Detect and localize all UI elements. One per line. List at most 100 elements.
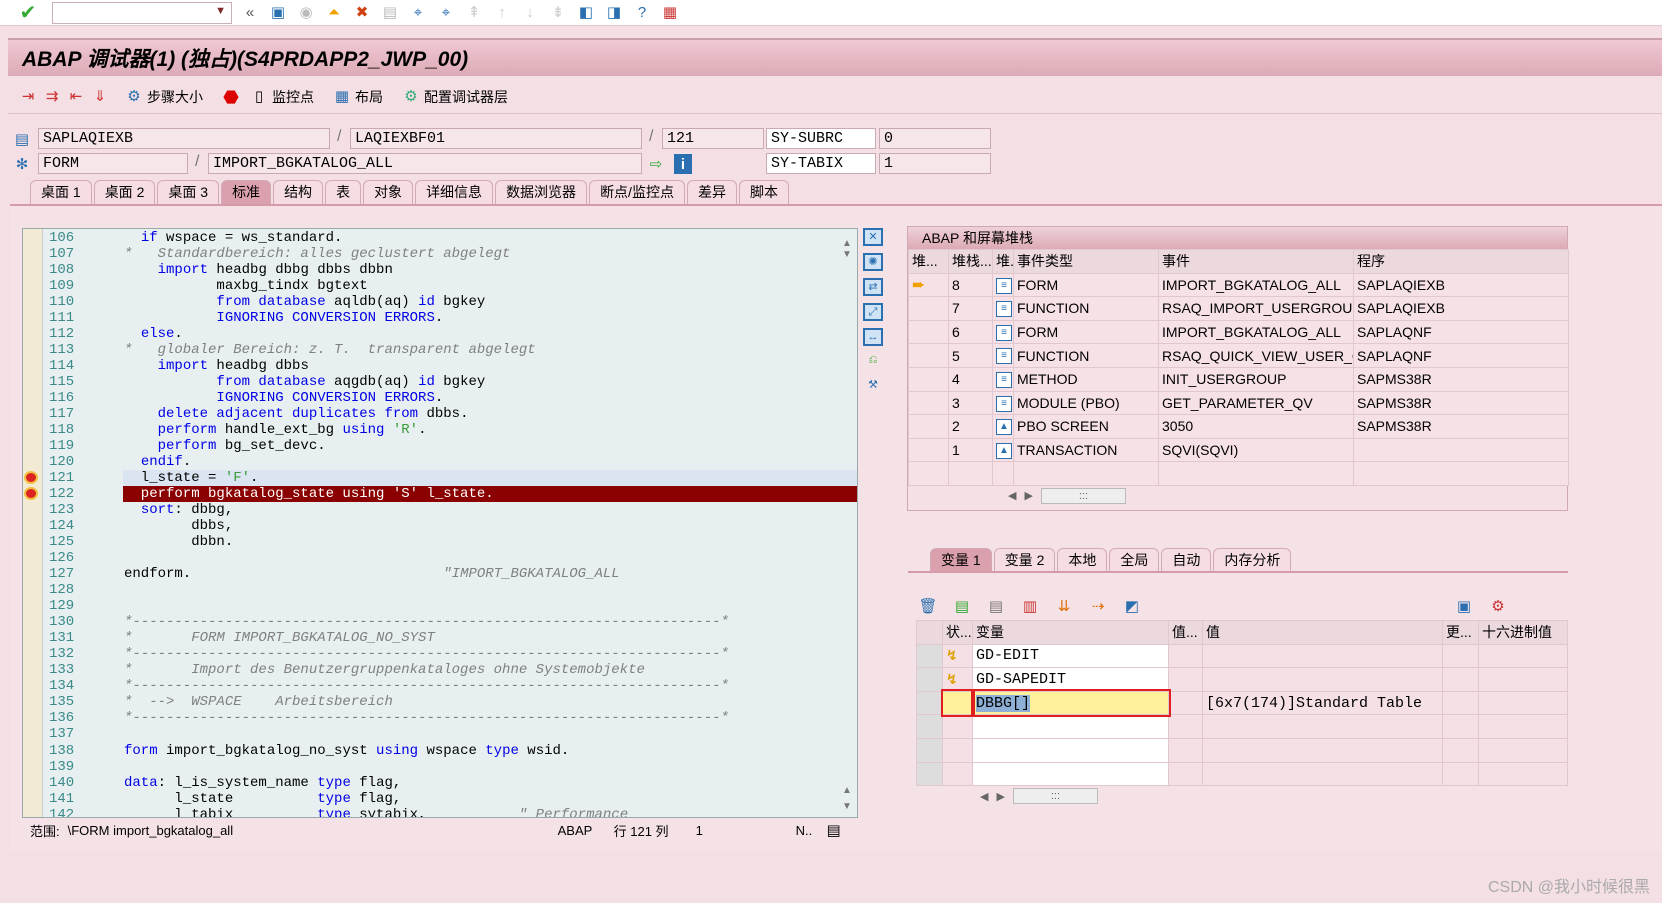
sy-subrc-value[interactable]: 0 (879, 128, 991, 149)
close-tool-icon[interactable]: ✕ (863, 228, 883, 246)
event-field[interactable]: IMPORT_BGKATALOG_ALL (208, 153, 642, 174)
last-page-icon[interactable]: ⇟ (548, 3, 568, 23)
scroll-up-icon[interactable]: ▲ (838, 785, 856, 796)
stop-button[interactable]: ⬣ (221, 87, 241, 107)
variable-name-input[interactable]: DBBG[] (970, 689, 1171, 717)
scroll-up-icon[interactable]: ▲ (838, 238, 856, 249)
collapse-icon[interactable]: « (240, 3, 260, 23)
save-icon[interactable]: ▣ (268, 3, 288, 23)
column-header[interactable]: 变量 (972, 620, 1169, 645)
cancel-icon[interactable]: ✖ (352, 3, 372, 23)
editor-scrollbar[interactable]: ▲ ▼ ▲ ▼ (838, 228, 856, 818)
tab-8[interactable]: 数据浏览器 (495, 180, 588, 204)
customize-icon[interactable]: ▦ (660, 3, 680, 23)
next-page-icon[interactable]: ↓ (520, 3, 540, 23)
row-selector[interactable] (916, 643, 943, 669)
variable-row[interactable]: ↯ GD-SAPEDIT (916, 667, 1568, 692)
stack-row[interactable]: 3 ≡ MODULE (PBO) GET_PARAMETER_QV SAPMS38R (908, 390, 1569, 416)
delete-row-icon[interactable]: ▥ (1020, 596, 1040, 616)
step-return-icon[interactable]: ⇤ (66, 87, 86, 107)
row-selector[interactable] (916, 714, 943, 739)
column-header[interactable]: 堆... (908, 249, 949, 274)
var-tab-3[interactable]: 全局 (1109, 548, 1160, 572)
navigate-icon[interactable]: ⇨ (646, 154, 666, 174)
watchpoint-button[interactable]: ▯ 监控点 (249, 87, 314, 107)
source-editor[interactable]: 106 if wspace = ws_standard. 107 * Standar… (22, 228, 858, 818)
step-size-button[interactable]: ⚙ 步骤大小 (124, 87, 203, 107)
save-icon[interactable]: ▣ (1454, 596, 1474, 616)
variable-hscroll[interactable]: ◀ ▶::: (980, 786, 1568, 806)
tool-settings-icon[interactable]: ⚒ (863, 378, 883, 396)
column-header[interactable]: 更... (1442, 620, 1479, 645)
column-header[interactable]: 状... (942, 620, 973, 645)
services-icon[interactable]: ⎌ (863, 353, 883, 371)
stack-row[interactable]: ➨ 8 ≡ FORM IMPORT_BGKATALOG_ALL SAPLAQIEXB (908, 272, 1569, 298)
tab-3[interactable]: 标准 (221, 180, 272, 204)
new-session-icon[interactable]: ◧ (576, 3, 596, 23)
resize-icon[interactable]: ↔ (863, 328, 883, 346)
event-type-field[interactable]: FORM (38, 153, 188, 174)
variable-row[interactable] (916, 737, 1568, 763)
export-icon[interactable]: ⇢ (1088, 596, 1108, 616)
insert-icon[interactable]: ▤ (952, 596, 972, 616)
row-selector[interactable] (916, 667, 943, 692)
var-tab-1[interactable]: 变量 2 (993, 548, 1056, 572)
info-icon[interactable]: i (674, 154, 692, 174)
variable-name-input[interactable] (972, 761, 1169, 787)
step-into-icon[interactable]: ⇥ (18, 87, 38, 107)
tab-2[interactable]: 桌面 3 (157, 180, 220, 204)
variable-name-input[interactable]: GD-EDIT (972, 643, 1169, 669)
include-field[interactable]: LAQIEXBF01 (350, 128, 642, 149)
variable-name-input[interactable] (972, 737, 1169, 763)
disconnect-icon[interactable]: ⚙ (1488, 596, 1508, 616)
filter-icon[interactable]: ◩ (1122, 596, 1142, 616)
continue-icon[interactable]: ⇓ (90, 87, 110, 107)
new-tool-icon[interactable]: ✺ (863, 253, 883, 271)
document-icon[interactable]: ▤ (824, 820, 844, 840)
step-over-icon[interactable]: ⇉ (42, 87, 62, 107)
variable-row[interactable] (916, 714, 1568, 739)
stack-row[interactable]: 4 ≡ METHOD INIT_USERGROUP SAPMS38R (908, 366, 1569, 392)
layout-button[interactable]: ▦ 布局 (332, 87, 383, 107)
variable-name-input[interactable]: GD-SAPEDIT (972, 667, 1169, 692)
tab-9[interactable]: 断点/监控点 (589, 180, 685, 204)
column-header[interactable]: 事件 (1158, 249, 1354, 274)
scroll-right-icon[interactable]: ▶ (996, 790, 1004, 803)
variable-name-input[interactable] (972, 714, 1169, 739)
row-selector[interactable] (916, 761, 943, 787)
column-header[interactable]: 事件类型 (1013, 249, 1159, 274)
help-icon[interactable]: ? (632, 3, 652, 23)
find-next-icon[interactable]: ⌖ (436, 3, 456, 23)
variable-row[interactable] (916, 761, 1568, 787)
shortcut-icon[interactable]: ◨ (604, 3, 624, 23)
var-tab-0[interactable]: 变量 1 (930, 548, 992, 572)
print-icon[interactable]: ▤ (380, 3, 400, 23)
var-tab-4[interactable]: 自动 (1161, 548, 1212, 572)
tab-5[interactable]: 表 (325, 180, 362, 204)
check-icon[interactable]: ✔ (18, 3, 38, 23)
variable-row[interactable]: ↯ GD-EDIT (916, 643, 1568, 669)
chevron-down-icon[interactable]: ▼ (215, 5, 226, 17)
tab-0[interactable]: 桌面 1 (30, 180, 92, 204)
tab-1[interactable]: 桌面 2 (93, 180, 156, 204)
maximize-icon[interactable]: ⤢ (863, 303, 883, 321)
var-tab-5[interactable]: 内存分析 (1213, 548, 1292, 572)
row-selector[interactable] (916, 690, 943, 716)
config-layer-button[interactable]: ⚙ 配置调试器层 (401, 87, 508, 107)
stack-row[interactable]: 1 ▲ TRANSACTION SQVI(SQVI) (908, 437, 1569, 463)
tab-11[interactable]: 脚本 (738, 180, 789, 204)
stack-hscroll[interactable]: ◀ ▶::: (1008, 486, 1567, 506)
stack-row[interactable]: 5 ≡ FUNCTION RSAQ_QUICK_VIEW_USER_G.. SAPLAQ… (908, 343, 1569, 368)
stack-row[interactable]: 2 ▲ PBO SCREEN 3050 SAPMS38R (908, 414, 1569, 439)
scroll-down-icon[interactable]: ▼ (838, 801, 856, 812)
column-header[interactable]: 值 (1202, 620, 1443, 645)
column-header[interactable]: 堆栈... (948, 249, 993, 274)
line-field[interactable]: 121 (662, 128, 764, 149)
scroll-thumb[interactable]: ::: (1040, 487, 1126, 504)
scroll-left-icon[interactable]: ◀ (1008, 489, 1016, 502)
column-header[interactable]: 值... (1168, 620, 1203, 645)
prev-page-icon[interactable]: ↑ (492, 3, 512, 23)
tab-10[interactable]: 差异 (686, 180, 737, 204)
find-icon[interactable]: ⌖ (408, 3, 428, 23)
var-tab-2[interactable]: 本地 (1057, 548, 1108, 572)
